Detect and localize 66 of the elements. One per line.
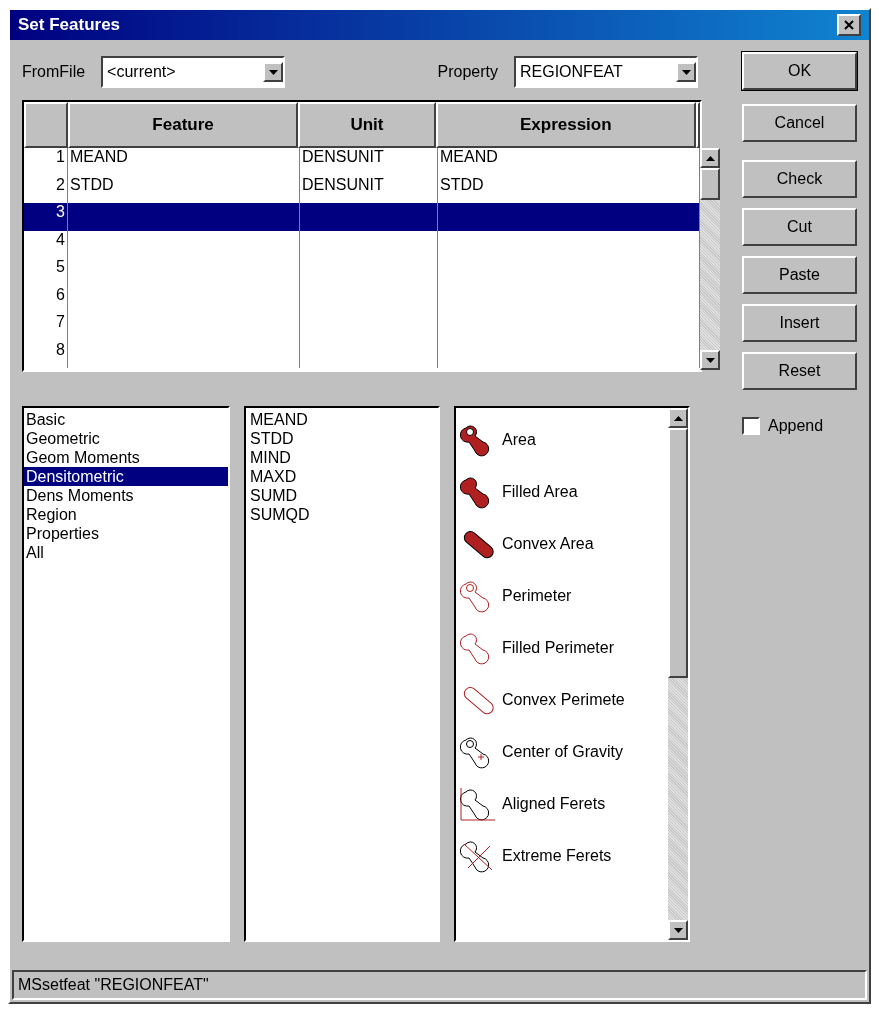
row-number: 1 <box>24 148 68 176</box>
checkbox[interactable] <box>742 417 760 435</box>
dialog-button[interactable]: Check <box>742 160 857 198</box>
dialog-button[interactable]: Insert <box>742 304 857 342</box>
row-number: 5 <box>24 258 68 286</box>
column-header[interactable]: Feature <box>67 102 299 148</box>
list-item[interactable]: MAXD <box>246 467 438 486</box>
table-row[interactable]: 3 <box>24 203 700 231</box>
up-arrow-icon <box>673 415 683 421</box>
dialog-button[interactable]: Cancel <box>742 104 857 142</box>
list-item[interactable]: All <box>24 543 228 562</box>
close-button[interactable] <box>837 14 861 36</box>
field-label: Property <box>437 62 498 82</box>
list-item[interactable]: Region <box>24 505 228 524</box>
window-title: Set Features <box>18 14 121 37</box>
list-item[interactable]: Convex Perimete <box>502 688 625 712</box>
list-item[interactable]: Geom Moments <box>24 448 228 467</box>
list-item[interactable]: Filled Perimeter <box>502 636 615 660</box>
list-item[interactable]: SUMD <box>246 486 438 505</box>
row-number: 3 <box>24 203 68 231</box>
list-item[interactable]: MIND <box>246 448 438 467</box>
scroll-thumb[interactable] <box>668 428 688 678</box>
dialog-button[interactable]: Paste <box>742 256 857 294</box>
dropdown[interactable]: <current> <box>101 56 286 88</box>
list-item[interactable]: Basic <box>24 410 228 429</box>
list-item[interactable]: Convex Area <box>502 532 594 556</box>
blob-with-axes-icon <box>460 786 496 822</box>
down-arrow-icon <box>705 357 715 363</box>
list-item[interactable]: SUMQD <box>246 505 438 524</box>
list-item[interactable]: Filled Area <box>502 480 578 504</box>
scroll-up-button[interactable] <box>700 148 720 168</box>
scroll-down-button[interactable] <box>668 920 688 940</box>
list-item[interactable]: Aligned Ferets <box>502 792 606 816</box>
down-arrow-icon <box>681 69 691 75</box>
down-arrow-icon <box>673 927 683 933</box>
scroll-up-button[interactable] <box>668 408 688 428</box>
dialog-button[interactable]: Reset <box>742 352 857 390</box>
table-cell: DENSUNIT <box>300 148 438 176</box>
column-header[interactable]: Expression <box>435 102 696 148</box>
list-item[interactable]: Geometric <box>24 429 228 448</box>
dialog-button[interactable]: Cut <box>742 208 857 246</box>
scroll-down-button[interactable] <box>263 62 284 82</box>
close-icon <box>844 20 854 30</box>
list-item[interactable]: Center of Gravity <box>502 740 623 764</box>
scroll-down-button[interactable] <box>700 350 720 370</box>
field-label: FromFile <box>22 62 86 82</box>
list-item[interactable]: Perimeter <box>502 584 572 608</box>
checkbox-label: Append <box>768 416 824 436</box>
down-arrow-icon <box>268 69 278 75</box>
list-item[interactable]: Extreme Ferets <box>502 844 612 868</box>
column-header[interactable]: Unit <box>298 102 436 148</box>
status-text: MSsetfeat "REGIONFEAT" <box>18 975 209 995</box>
list-item[interactable]: STDD <box>246 429 438 448</box>
row-number: 8 <box>24 340 68 368</box>
scroll-thumb[interactable] <box>700 168 720 200</box>
row-number: 7 <box>24 313 68 341</box>
dropdown[interactable]: REGIONFEAT <box>514 56 698 88</box>
table-cell: MEAND <box>68 148 300 176</box>
list-item[interactable]: Dens Moments <box>24 486 228 505</box>
scroll-down-button[interactable] <box>676 62 696 82</box>
list-item[interactable]: Densitometric <box>24 467 228 486</box>
up-arrow-icon <box>705 155 715 161</box>
list-item[interactable]: Properties <box>24 524 228 543</box>
dialog-button[interactable]: OK <box>742 52 857 90</box>
list-item[interactable]: MEAND <box>246 410 438 429</box>
list-item[interactable]: Area <box>502 428 536 452</box>
